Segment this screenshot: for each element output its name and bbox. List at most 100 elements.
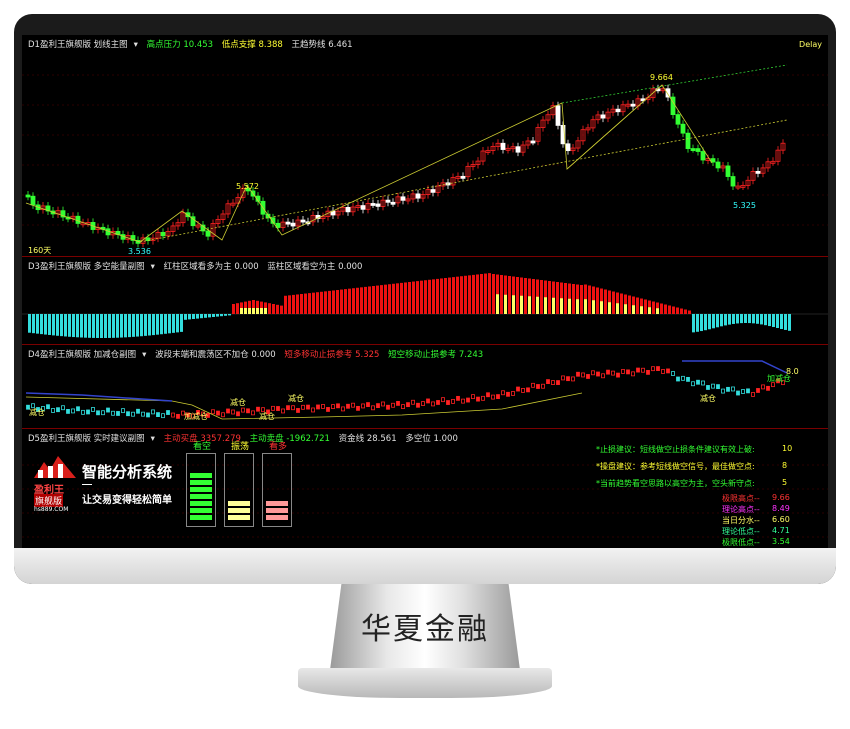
peak-label: 9.664	[650, 73, 673, 82]
position-candle	[96, 410, 100, 416]
position-candle	[476, 396, 480, 402]
level-label: 理论低点--	[722, 527, 760, 536]
main-chart-title[interactable]: D1盈利王旗舰版 划线主图	[28, 40, 128, 50]
position-candle	[281, 408, 285, 414]
position-candle	[701, 380, 705, 386]
energy-bar	[452, 277, 455, 314]
monitor-chin	[14, 548, 836, 584]
position-candle	[226, 408, 230, 414]
position-title-bar: D4盈利王旗舰版 加减仓副图 ▾ 波段末端和震荡区不加仓 0.000 短多移动止损…	[28, 350, 484, 360]
monitor-stand-base	[298, 668, 552, 698]
energy-bar	[420, 280, 423, 314]
position-title[interactable]: D4盈利王旗舰版 加减仓副图	[28, 350, 136, 360]
advice-title[interactable]: D5盈利王旗舰版 实时建议副图	[28, 434, 145, 444]
candle-body	[755, 170, 761, 174]
candle-body	[160, 231, 166, 237]
energy-bar	[460, 276, 463, 314]
position-candle	[341, 406, 345, 412]
position-candle	[386, 404, 390, 410]
position-candle	[631, 371, 635, 377]
candle-body	[565, 143, 571, 152]
energy-bar	[36, 314, 39, 334]
position-panel[interactable]: D4盈利王旗舰版 加减仓副图 ▾ 波段末端和震荡区不加仓 0.000 短多移动止损…	[22, 345, 828, 429]
energy-bar	[720, 314, 723, 327]
energy-bar-highlight	[640, 306, 643, 314]
energy-bar	[516, 277, 519, 314]
level-value: 6.60	[772, 515, 790, 524]
energy-bar-highlight	[584, 299, 587, 314]
main-chart-panel[interactable]: D1盈利王旗舰版 划线主图 ▾ 高点压力 10.453 低点支撑 8.388 王趋…	[22, 35, 828, 257]
support-line	[139, 119, 788, 243]
advice-title-bar: D5盈利王旗舰版 实时建议副图 ▾ 主动买盘 3357.279 主动卖盘 -196…	[28, 434, 458, 444]
energy-bar-highlight	[536, 296, 539, 314]
gauge-segment	[266, 508, 288, 513]
energy-bar	[316, 292, 319, 314]
energy-bar	[40, 314, 43, 335]
gauge-range	[224, 453, 254, 527]
gauge-segment	[228, 508, 250, 513]
energy-bar	[180, 314, 183, 332]
energy-bar	[32, 314, 35, 334]
position-candle	[246, 408, 250, 414]
position-candle	[146, 412, 150, 418]
energy-bar	[700, 314, 703, 332]
energy-bar	[284, 295, 287, 314]
energy-bar	[588, 285, 591, 314]
candlestick-chart[interactable]	[22, 35, 828, 257]
advice-value: 8	[782, 461, 788, 470]
energy-bar	[556, 282, 559, 314]
position-candle	[251, 410, 255, 416]
position-item: 短多移动止损参考 5.325	[284, 350, 380, 360]
position-candle	[756, 388, 760, 393]
energy-bar	[84, 314, 87, 338]
position-candle	[731, 386, 735, 392]
candle-body	[615, 108, 621, 113]
level-value: 3.54	[772, 537, 790, 546]
energy-bar-highlight	[648, 307, 651, 314]
energy-bar	[408, 282, 411, 314]
energy-bar	[416, 281, 419, 314]
energy-bar	[376, 285, 379, 314]
position-candle	[741, 389, 745, 394]
position-item: 短空移动止损参考 7.243	[388, 350, 484, 360]
position-candle	[411, 399, 415, 405]
position-candle	[726, 386, 730, 392]
advice-value: 10	[782, 444, 793, 453]
position-candle	[486, 392, 490, 398]
position-candle	[601, 373, 605, 379]
position-candle	[506, 391, 510, 397]
position-candle	[426, 398, 430, 404]
energy-bar	[364, 286, 367, 314]
signal-label: 减仓	[288, 394, 304, 403]
energy-bar	[776, 314, 779, 329]
energy-bar	[352, 288, 355, 314]
energy-bar	[456, 276, 459, 314]
energy-bar	[492, 274, 495, 314]
energy-bar	[404, 282, 407, 314]
energy-bar	[72, 314, 75, 338]
level-value: 9.66	[772, 493, 790, 502]
energy-bar	[480, 274, 483, 314]
energy-bar	[760, 314, 763, 325]
position-candle	[471, 394, 475, 400]
energy-panel[interactable]: D3盈利王旗舰版 多空能量副图 ▾ 红柱区域看多为主 0.000 蓝柱区域看空为主…	[22, 257, 828, 345]
candle-body	[285, 221, 291, 225]
energy-bar	[532, 279, 535, 314]
energy-bar-highlight	[656, 308, 659, 314]
position-candle	[746, 388, 750, 394]
position-candle	[556, 380, 560, 385]
energy-title[interactable]: D3盈利王旗舰版 多空能量副图	[28, 262, 145, 272]
advice-item: 多空位 1.000	[405, 434, 458, 444]
candle-body	[375, 203, 381, 207]
gauge-segment	[228, 501, 250, 506]
advice-panel[interactable]: D5盈利王旗舰版 实时建议副图 ▾ 主动买盘 3357.279 主动卖盘 -196…	[22, 429, 828, 548]
position-candle	[521, 388, 525, 393]
energy-bar	[172, 314, 175, 333]
energy-bar	[684, 309, 687, 314]
energy-bar	[768, 314, 771, 327]
energy-bar	[464, 275, 467, 314]
candle-body	[390, 201, 396, 205]
energy-bar-highlight	[576, 299, 579, 314]
energy-bar	[772, 314, 775, 328]
energy-bar	[564, 283, 567, 314]
